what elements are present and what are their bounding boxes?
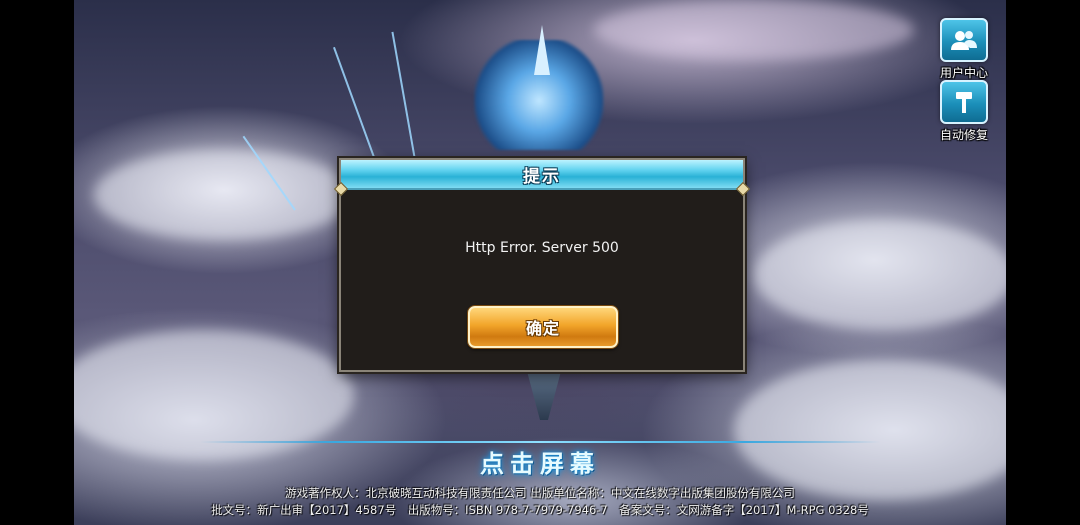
cloud-decoration [594,0,914,60]
branch-decoration [391,31,416,161]
confirm-button-label: 确定 [525,319,560,338]
cloud-decoration [754,220,1006,330]
cloud-decoration [94,150,354,240]
error-dialog: 提示 Http Error. Server 500 确定 [333,158,751,372]
hammer-icon [940,80,988,124]
dialog-header: 提示 [341,160,743,190]
user-center-button[interactable]: 用户中心 [938,18,990,81]
auto-repair-button[interactable]: 自动修复 [938,80,990,143]
users-icon [940,18,988,62]
crystal-spike-artwork [534,25,550,75]
tap-screen-prompt[interactable]: 点击屏幕 [0,444,1080,479]
cloud-decoration [734,360,1006,500]
tap-prompt-divider [200,441,880,443]
dialog-message: Http Error. Server 500 [465,240,619,256]
branch-decoration [333,46,376,161]
auto-repair-label: 自动修复 [939,128,988,142]
confirm-button[interactable]: 确定 [468,306,618,348]
copyright-line: 游戏著作权人：北京破晓互动科技有限责任公司 出版单位名称：中文在线数字出版集团股… [285,486,795,500]
dialog-title: 提示 [523,166,561,187]
license-line: 批文号：新广出审【2017】4587号 出版物号：ISBN 978-7-7979… [211,503,869,517]
user-center-label: 用户中心 [939,66,988,80]
